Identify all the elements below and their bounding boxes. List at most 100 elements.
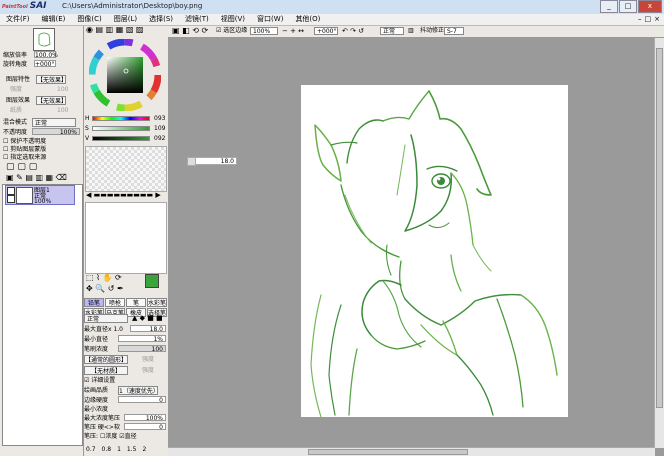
- max-press-field[interactable]: 100%: [124, 414, 166, 422]
- min-size-field[interactable]: 1%: [118, 335, 166, 343]
- menu-filter[interactable]: 滤镜(T): [179, 14, 215, 25]
- tool-pencil[interactable]: 铅笔: [84, 298, 104, 307]
- tool-watercolor[interactable]: 水彩笔: [147, 298, 167, 307]
- min-size-label: 最小直径: [84, 336, 109, 343]
- density-slider[interactable]: 100: [118, 345, 166, 353]
- menu-image[interactable]: 图像(C): [71, 14, 107, 25]
- swatch-grid[interactable]: [85, 146, 167, 192]
- val-letter: V: [85, 135, 90, 142]
- minimize-button[interactable]: _: [600, 0, 618, 13]
- layer-blend-label: 图层特性: [6, 76, 31, 83]
- advanced-checkbox[interactable]: ☑ 详细设置: [84, 377, 115, 384]
- selection-source-label: 指定选取来源: [10, 154, 47, 161]
- scratchpad-icons[interactable]: ◀ ▬▬▬▬▬▬▬▬▬ ▶: [86, 192, 161, 199]
- canvas-mode-select[interactable]: 正常: [380, 27, 404, 35]
- app-window: PaintTool SAI C:\Users\Administrator\Desk…: [0, 0, 664, 456]
- layer-effect-select[interactable]: 【无效果】: [36, 96, 67, 105]
- layer-tool-icons-2[interactable]: ▣ ✎ ▤ ▥ ▦ ⌫: [6, 174, 67, 182]
- hue-slider[interactable]: [92, 116, 150, 121]
- menu-layer[interactable]: 图层(L): [108, 14, 143, 25]
- zoom-field[interactable]: 100.0%: [34, 51, 58, 59]
- texture-select[interactable]: 【无材质】: [84, 366, 128, 375]
- size-preset[interactable]: 1: [117, 446, 121, 453]
- saturation-value: 109: [154, 125, 166, 132]
- canvas-rotate-select[interactable]: +000°: [314, 27, 338, 35]
- press-field[interactable]: 0: [124, 423, 166, 431]
- maximize-button[interactable]: □: [619, 0, 637, 13]
- mdi-restore-button[interactable]: □: [645, 14, 652, 25]
- zoom-buttons[interactable]: − + ↔: [280, 27, 306, 35]
- quality-select[interactable]: 1（速度优先）: [118, 386, 159, 395]
- press-density-checkbox[interactable]: 浓度: [105, 433, 117, 440]
- blend-mode-label: 混合模式: [3, 119, 28, 126]
- canvas-toolbar: ▣ ◧ ⟲ ⟳ ☑ 选区边缘 100% − + ↔ +000° ↶ ↷ ↺ 正常…: [168, 26, 664, 38]
- menu-select[interactable]: 选择(S): [143, 14, 179, 25]
- menu-other[interactable]: 其他(O): [289, 14, 326, 25]
- drawing-canvas[interactable]: [301, 85, 568, 418]
- mdi-close-button[interactable]: ×: [654, 14, 660, 25]
- foreground-color[interactable]: [145, 274, 159, 288]
- brush-shape-icons[interactable]: ▲ ◆ ■ ■: [132, 315, 163, 322]
- eye-icon[interactable]: [7, 187, 15, 195]
- horizontal-scroll-thumb[interactable]: [308, 449, 468, 455]
- close-button[interactable]: x: [638, 0, 662, 13]
- press-size-checkbox[interactable]: 直径: [125, 433, 137, 440]
- value-value: 092: [154, 135, 166, 142]
- layer-blend-select[interactable]: 【无效果】: [36, 75, 67, 84]
- rotate-label: 旋转角度: [3, 61, 28, 68]
- edge-field[interactable]: 0: [118, 396, 166, 404]
- navigator-thumbnail[interactable]: [33, 28, 55, 51]
- layer-tool-icons[interactable]: ▢ ▢ ▢: [6, 163, 37, 172]
- rotate-buttons[interactable]: ↶ ↷ ↺: [340, 27, 366, 35]
- density-label: 笔刷浓度: [84, 346, 109, 353]
- brush-lock-icon[interactable]: [7, 195, 15, 203]
- advanced-label: 详细设置: [91, 377, 116, 384]
- layer-effect-label: 图层效果: [6, 97, 31, 104]
- size-preset[interactable]: 0.8: [102, 446, 112, 453]
- lineart-drawing: [310, 90, 558, 418]
- menu-file[interactable]: 文件(F): [0, 14, 36, 25]
- vertical-scroll-thumb[interactable]: [656, 48, 663, 408]
- opacity-slider[interactable]: 100%: [32, 128, 80, 136]
- transform-tool-icons[interactable]: ✥ 🔍 ↺ ✒: [86, 285, 124, 293]
- size-preset[interactable]: 0.7: [86, 446, 96, 453]
- brush-size-presets[interactable]: 0.7 0.8 1 1.5 2: [86, 446, 146, 453]
- layer-list: 图层1 正常 100%: [2, 184, 83, 446]
- rotate-field[interactable]: +000°: [34, 60, 56, 68]
- value-slider[interactable]: [92, 136, 150, 141]
- color-mode-icons[interactable]: ◉ ▤ ▥ ▦ ▧ ▨: [86, 26, 144, 34]
- vertical-scrollbar[interactable]: [654, 38, 664, 448]
- menu-window[interactable]: 窗口(W): [251, 14, 289, 25]
- brush-mode-select[interactable]: 正常: [84, 314, 128, 323]
- clip-mask-checkbox[interactable]: ☐ 剪贴图层蒙版: [3, 146, 46, 153]
- brush-shape-select[interactable]: 【通常的圆形】: [84, 355, 128, 364]
- stabilizer-select[interactable]: S-7: [444, 27, 464, 35]
- canvas-zoom-select[interactable]: 100%: [250, 27, 278, 35]
- layer-item[interactable]: 图层1 正常 100%: [5, 185, 75, 205]
- tool-brush[interactable]: 笔: [126, 298, 146, 307]
- shape-strength-label: 强度: [142, 356, 155, 363]
- selection-tool-icons[interactable]: ⬚ ⌇ ✋ ⟳: [86, 274, 122, 282]
- selection-edge-checkbox[interactable]: ☑ 选区边缘: [214, 27, 249, 35]
- menu-view[interactable]: 视图(V): [215, 14, 251, 25]
- app-logo: PaintTool SAI: [2, 1, 47, 11]
- color-wheel[interactable]: [89, 39, 161, 111]
- selection-source-checkbox[interactable]: ☐ 指定选取来源: [3, 154, 46, 161]
- protect-opacity-checkbox[interactable]: ☐ 保护不透明度: [3, 138, 46, 145]
- max-size-field[interactable]: 18.0: [130, 325, 166, 333]
- mdi-minimize-button[interactable]: –: [638, 14, 642, 25]
- canvas-icons[interactable]: ▣ ◧ ⟲ ⟳: [170, 27, 210, 35]
- tool-airbrush[interactable]: 喷枪: [105, 298, 125, 307]
- size-multiplier[interactable]: x 1.0: [108, 326, 123, 333]
- horizontal-scrollbar[interactable]: [168, 447, 655, 456]
- size-preset[interactable]: 1.5: [127, 446, 137, 453]
- saturation-slider[interactable]: [92, 126, 150, 131]
- blend-mode-select[interactable]: 正常: [32, 118, 76, 127]
- left-panel: 缩放倍率 100.0% 旋转角度 +000° 图层特性 【无效果】 强度 100…: [0, 26, 84, 456]
- min-density-label: 最小浓度: [84, 406, 109, 413]
- menu-edit[interactable]: 编辑(E): [36, 14, 72, 25]
- size-preset[interactable]: 2: [142, 446, 146, 453]
- layer-thumbnail: [16, 187, 33, 204]
- flip-icon[interactable]: ▥: [406, 27, 416, 35]
- scratchpad[interactable]: [85, 202, 167, 274]
